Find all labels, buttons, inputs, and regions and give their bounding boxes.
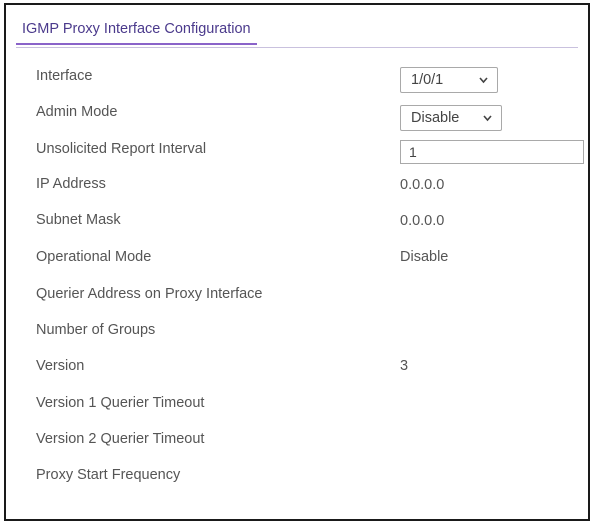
interface-label: Interface xyxy=(36,68,93,84)
title-divider xyxy=(16,47,578,48)
config-panel: IGMP Proxy Interface Configuration Inter… xyxy=(4,3,590,521)
v1-querier-timeout-label: Version 1 Querier Timeout xyxy=(36,395,205,411)
chevron-down-icon xyxy=(483,115,492,122)
interface-select-value: 1/0/1 xyxy=(411,72,444,88)
interface-select[interactable]: 1/0/1 xyxy=(400,67,498,93)
version-label: Version xyxy=(36,358,85,374)
chevron-down-icon xyxy=(479,77,488,84)
panel-title: IGMP Proxy Interface Configuration xyxy=(16,21,257,45)
ip-address-value: 0.0.0.0 xyxy=(400,177,445,193)
operational-mode-label: Operational Mode xyxy=(36,249,152,265)
subnet-mask-value: 0.0.0.0 xyxy=(400,213,445,229)
querier-address-label: Querier Address on Proxy Interface xyxy=(36,286,263,302)
unsolicited-report-interval-input[interactable] xyxy=(400,140,584,164)
unsolicited-report-interval-label: Unsolicited Report Interval xyxy=(36,141,207,157)
version-value: 3 xyxy=(400,358,409,374)
admin-mode-label: Admin Mode xyxy=(36,104,118,120)
admin-mode-select[interactable]: Disable xyxy=(400,105,502,131)
v2-querier-timeout-label: Version 2 Querier Timeout xyxy=(36,431,205,447)
proxy-start-frequency-label: Proxy Start Frequency xyxy=(36,467,181,483)
number-of-groups-label: Number of Groups xyxy=(36,322,156,338)
ip-address-label: IP Address xyxy=(36,176,106,192)
admin-mode-select-value: Disable xyxy=(411,110,460,126)
operational-mode-value: Disable xyxy=(400,249,449,265)
subnet-mask-label: Subnet Mask xyxy=(36,212,121,228)
